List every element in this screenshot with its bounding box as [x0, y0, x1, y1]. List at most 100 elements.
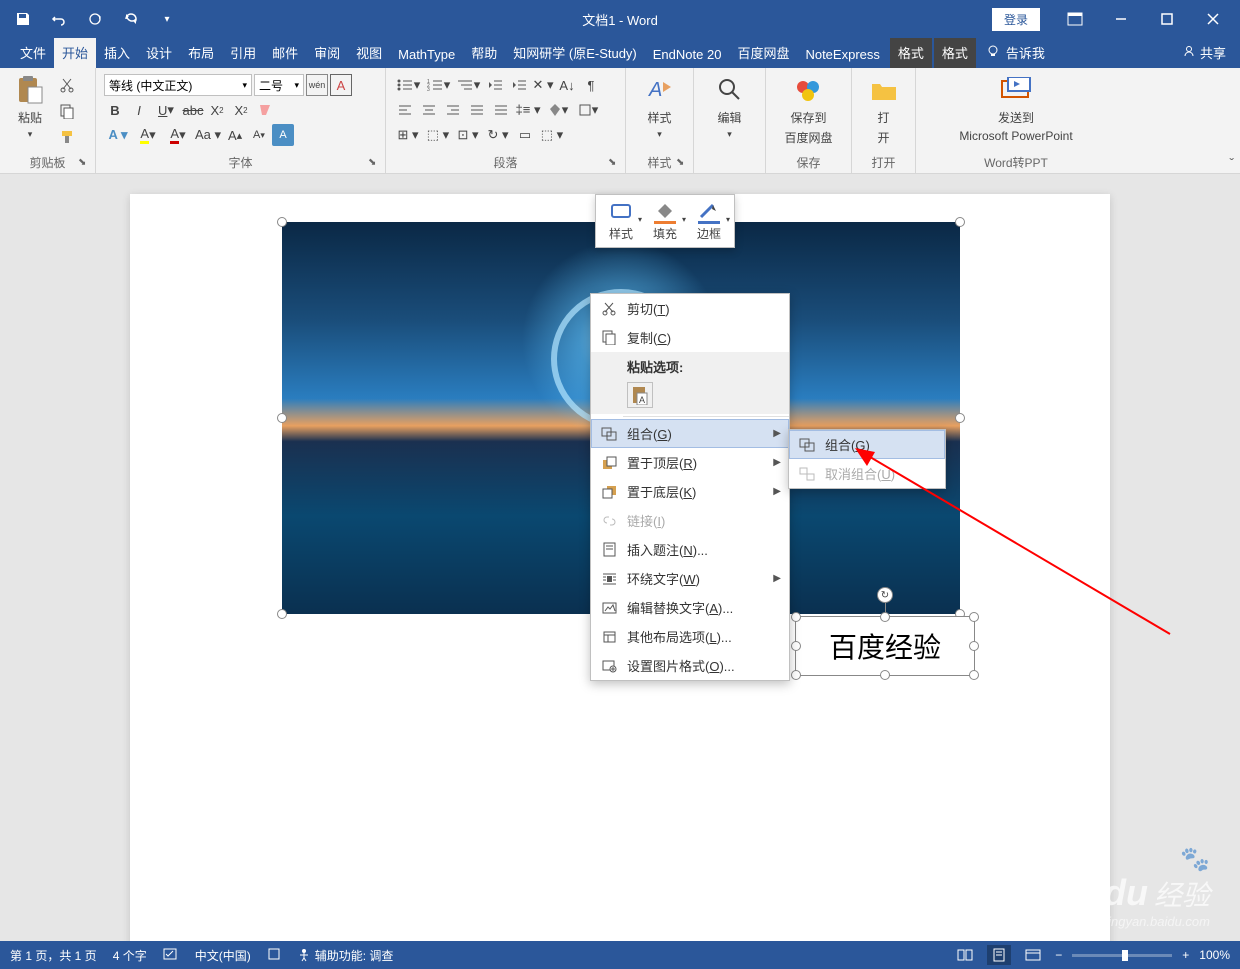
macro-icon[interactable] — [267, 947, 281, 964]
qat-customize-icon[interactable]: ▾ — [156, 8, 178, 30]
underline-icon[interactable]: U ▾ — [152, 99, 180, 121]
resize-handle[interactable] — [791, 670, 801, 680]
tab-design[interactable]: 设计 — [138, 37, 180, 68]
bullets-icon[interactable]: ▾ — [394, 74, 422, 96]
cm-caption[interactable]: 插入题注(N)... — [591, 535, 789, 564]
save-icon[interactable] — [12, 8, 34, 30]
zoom-out-icon[interactable]: − — [1055, 948, 1062, 962]
zoom-level[interactable]: 100% — [1199, 948, 1230, 962]
cm-format-pic[interactable]: 设置图片格式(O)... — [591, 651, 789, 680]
font-color-icon[interactable]: A ▾ — [164, 124, 192, 146]
collapse-ribbon-icon[interactable]: ˇ — [1229, 155, 1234, 171]
cm-send-back[interactable]: 置于底层(K) ▶ — [591, 477, 789, 506]
grow-font-icon[interactable]: A▴ — [224, 124, 246, 146]
cm-copy[interactable]: 复制(C) — [591, 323, 789, 352]
submenu-group-item[interactable]: 组合(G) — [789, 430, 945, 459]
resize-handle[interactable] — [880, 670, 890, 680]
align-left-icon[interactable] — [394, 99, 416, 121]
italic-icon[interactable]: I — [128, 99, 150, 121]
zoom-in-icon[interactable]: + — [1182, 948, 1189, 962]
maximize-icon[interactable] — [1146, 4, 1188, 34]
print-layout-icon[interactable] — [987, 945, 1011, 965]
multilevel-icon[interactable]: ▾ — [454, 74, 482, 96]
cm-cut[interactable]: 剪切(T) — [591, 294, 789, 323]
tab-help[interactable]: 帮助 — [463, 37, 505, 68]
show-hide-icon[interactable]: ¶ — [580, 74, 602, 96]
phonetic-guide-icon[interactable]: wén — [306, 74, 328, 96]
share-button[interactable]: 共享 — [1168, 37, 1240, 68]
subscript-icon[interactable]: X2 — [206, 99, 228, 121]
close-icon[interactable] — [1192, 4, 1234, 34]
resize-handle[interactable] — [969, 612, 979, 622]
format-painter-icon[interactable] — [56, 126, 78, 148]
tab-endnote[interactable]: EndNote 20 — [645, 41, 730, 68]
status-page[interactable]: 第 1 页，共 1 页 — [10, 947, 97, 964]
tab-insert[interactable]: 插入 — [96, 37, 138, 68]
change-case-icon[interactable]: Aa ▾ — [194, 124, 222, 146]
resize-handle[interactable] — [955, 217, 965, 227]
cm-alt-text[interactable]: 编辑替换文字(A)... — [591, 593, 789, 622]
tab-home[interactable]: 开始 — [54, 37, 96, 68]
editing-button[interactable]: 编辑 ▾ — [706, 72, 754, 142]
styles-launcher-icon[interactable]: ⬊ — [676, 157, 690, 171]
send-ppt-button[interactable]: 发送到 Microsoft PowerPoint — [951, 72, 1080, 145]
status-words[interactable]: 4 个字 — [113, 947, 147, 964]
read-mode-icon[interactable] — [953, 945, 977, 965]
bold-icon[interactable]: B — [104, 99, 126, 121]
resize-handle[interactable] — [955, 413, 965, 423]
clipboard-launcher-icon[interactable]: ⬊ — [78, 157, 92, 171]
shading-icon[interactable]: ▾ — [544, 99, 572, 121]
asian-layout-icon[interactable]: ✕ ▾ — [532, 74, 554, 96]
open-button[interactable]: 打 开 — [860, 72, 908, 148]
tell-me[interactable]: 告诉我 — [976, 37, 1055, 68]
resize-handle[interactable] — [791, 612, 801, 622]
undo-icon[interactable] — [48, 8, 70, 30]
paragraph-launcher-icon[interactable]: ⬊ — [608, 157, 622, 171]
numbering-icon[interactable]: 123 ▾ — [424, 74, 452, 96]
borders-icon[interactable]: ▾ — [574, 99, 602, 121]
align-right-icon[interactable] — [442, 99, 464, 121]
text-effects-icon[interactable]: A ▾ — [104, 124, 132, 146]
ribbon-options-icon[interactable] — [1054, 4, 1096, 34]
enclose-char-icon[interactable]: A — [272, 124, 294, 146]
align-center-icon[interactable] — [418, 99, 440, 121]
resize-handle[interactable] — [969, 641, 979, 651]
rotate-handle-icon[interactable]: ↻ — [877, 587, 893, 603]
a11y-icon[interactable]: 辅助功能: 调查 — [297, 947, 394, 964]
tab-layout[interactable]: 布局 — [180, 37, 222, 68]
zoom-slider[interactable] — [1072, 954, 1172, 957]
cm-group[interactable]: 组合(G) ▶ — [591, 419, 789, 448]
increase-indent-icon[interactable] — [508, 74, 530, 96]
paste-button[interactable]: 粘贴 ▾ — [6, 72, 54, 142]
save-baidu-button[interactable]: 保存到 百度网盘 — [776, 72, 840, 148]
highlight-icon[interactable]: A ▾ — [134, 124, 162, 146]
tab-review[interactable]: 审阅 — [306, 37, 348, 68]
cm-more-layout[interactable]: 其他布局选项(L)... — [591, 622, 789, 651]
rotate-icon[interactable]: ↻ ▾ — [484, 124, 512, 146]
mini-border[interactable]: ▾ 边框 — [694, 200, 724, 242]
group-objects-icon[interactable]: ⊡ ▾ — [454, 124, 482, 146]
strikethrough-icon[interactable]: abc — [182, 99, 204, 121]
justify-icon[interactable] — [466, 99, 488, 121]
position-icon[interactable]: ⬚ ▾ — [538, 124, 566, 146]
tab-mathtype[interactable]: MathType — [390, 41, 463, 68]
tab-baidu[interactable]: 百度网盘 — [729, 37, 797, 68]
status-lang[interactable]: 中文(中国) — [195, 947, 251, 964]
tab-references[interactable]: 引用 — [222, 37, 264, 68]
tab-mailings[interactable]: 邮件 — [264, 37, 306, 68]
character-border-icon[interactable]: A — [330, 74, 352, 96]
zoom-thumb[interactable] — [1122, 950, 1128, 961]
resize-handle[interactable] — [880, 612, 890, 622]
shrink-font-icon[interactable]: A▾ — [248, 124, 270, 146]
textbox[interactable]: ↻ 百度经验 — [795, 616, 975, 676]
styles-button[interactable]: A 样式 ▾ — [636, 72, 684, 142]
tab-noteexpress[interactable]: NoteExpress — [797, 41, 887, 68]
spell-check-icon[interactable] — [163, 947, 179, 964]
login-button[interactable]: 登录 — [992, 8, 1040, 31]
superscript-icon[interactable]: X2 — [230, 99, 252, 121]
resize-handle[interactable] — [277, 413, 287, 423]
refresh-icon[interactable] — [120, 8, 142, 30]
minimize-icon[interactable] — [1100, 4, 1142, 34]
align-objects-icon[interactable]: ⬚ ▾ — [424, 124, 452, 146]
copy-icon[interactable] — [56, 100, 78, 122]
